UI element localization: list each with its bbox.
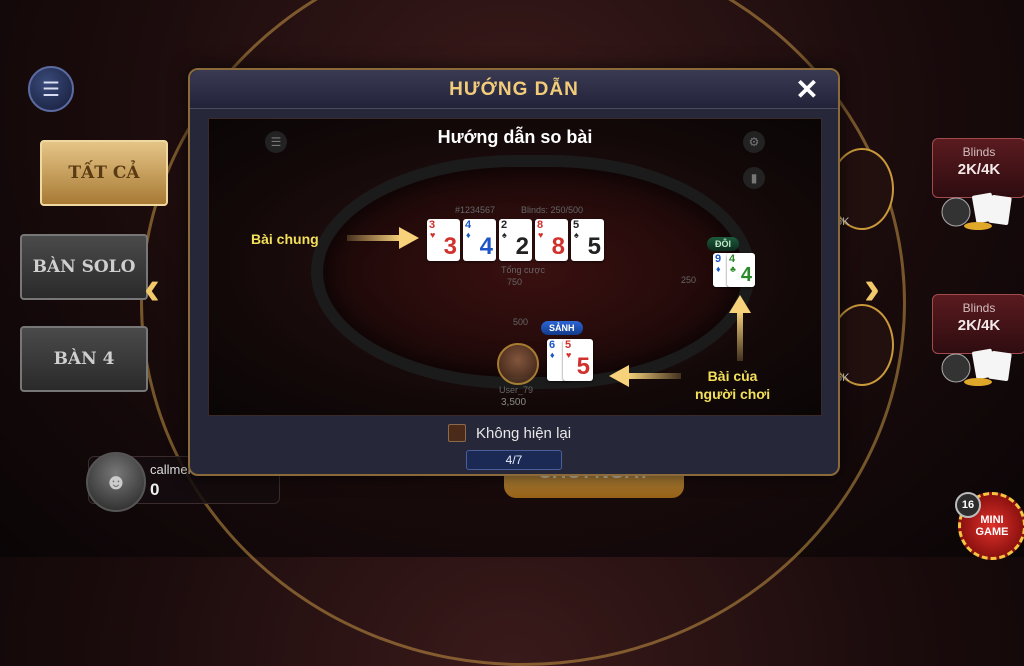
pot-value: 750 (507, 277, 523, 287)
board-card-2: 4 ♦ 4 (463, 219, 496, 261)
page-indicator: 4/7 (466, 450, 562, 470)
dont-show-label[interactable]: Không hiện lại (476, 425, 571, 442)
player-label-line-2: người chơi (695, 386, 771, 402)
player-coins: 0 (150, 480, 160, 499)
heart-icon: ♥ (430, 230, 436, 240)
guide-panel: ☰ ⚙ ▮ #1234567 Blinds: 250/500 Tổng cược… (208, 118, 822, 416)
board-card-4: 8 ♥ 8 (535, 219, 568, 261)
user-icon: ☻ (104, 469, 128, 494)
diamond-icon: ♦ (550, 350, 555, 360)
my-card-2: 5 ♥ 5 (563, 339, 593, 381)
heart-icon: ♥ (566, 350, 572, 360)
spade-icon: ♠ (502, 230, 507, 240)
room-card-1[interactable]: Blinds 2K/4K (932, 138, 1024, 198)
card-rank-big: 4 (740, 264, 752, 286)
card-rank-big: 5 (576, 353, 590, 380)
table-blinds: Blinds: 250/500 (521, 205, 584, 215)
guide-title: Hướng dẫn so bài (437, 127, 593, 147)
guide-modal: HƯỚNG DẪN ✕ ☰ ⚙ ▮ #1234567 Blinds: 250/5… (188, 68, 840, 476)
board-label: Bài chung (251, 231, 319, 247)
avatar[interactable]: ☻ (86, 452, 146, 512)
tab-table-4[interactable]: BÀN 4 (20, 326, 148, 392)
card-rank-big: 2 (515, 233, 529, 260)
card-rank-big: 8 (551, 233, 565, 260)
card-rank-big: 5 (587, 233, 601, 260)
pot-label: Tổng cược (501, 265, 545, 275)
arrow-up-icon (729, 295, 751, 361)
heart-icon: ♥ (538, 230, 544, 240)
dont-show-again[interactable]: Không hiện lại (448, 422, 571, 444)
close-icon[interactable]: ✕ (792, 74, 822, 105)
bet-right: 250 (681, 275, 697, 285)
card-rank-big: 4 (479, 233, 493, 260)
chips-cards-icon (941, 348, 1012, 386)
trash-icon: ▮ (743, 167, 765, 189)
hamburger-icon: ☰ (42, 78, 60, 101)
room-card-2[interactable]: Blinds 2K/4K (932, 294, 1024, 354)
blinds-label: Blinds (962, 301, 996, 315)
arrow-left-icon (609, 365, 681, 387)
blinds-value: 2K/4K (957, 161, 1001, 178)
diamond-icon: ♦ (716, 264, 721, 274)
dont-show-checkbox[interactable] (448, 424, 466, 442)
prev-arrow-icon[interactable]: ‹ (132, 262, 172, 315)
board-card-1: 3 ♥ 3 (427, 219, 460, 261)
opponent-hand-badge: ĐÔI (707, 237, 740, 251)
bet-me: 500 (513, 317, 529, 327)
table-id: #1234567 (455, 205, 496, 215)
chips-cards-icon (941, 192, 1012, 230)
tab-all[interactable]: TẤT CẢ (40, 140, 168, 206)
seat-name: User_79 (499, 385, 534, 395)
notification-badge: 16 (955, 492, 981, 518)
seat-coins: 3,500 (501, 397, 527, 408)
seat-avatar (497, 343, 539, 385)
mini-game-label-1: MINI (980, 514, 1004, 526)
diamond-icon: ♦ (466, 230, 471, 240)
card-rank-big: 3 (443, 233, 457, 260)
modal-title: HƯỚNG DẪN (449, 79, 579, 100)
menu-button[interactable]: ☰ (28, 66, 74, 112)
club-icon: ♣ (730, 264, 736, 274)
mini-game-label-2: GAME (975, 526, 1009, 538)
arrow-right-icon (347, 227, 419, 249)
blinds-value: 2K/4K (957, 317, 1001, 334)
opponent-card-2: 4 ♣ 4 (727, 253, 755, 287)
spade-icon: ♠ (574, 230, 579, 240)
board-card-5: 5 ♠ 5 (571, 219, 604, 261)
board-card-3: 2 ♠ 2 (499, 219, 532, 261)
tab-solo[interactable]: BÀN SOLO (20, 234, 148, 300)
player-cards-label: Bài của người chơi (695, 367, 770, 403)
blinds-label: Blinds (962, 145, 996, 159)
player-label-line-1: Bài của (707, 368, 758, 384)
my-hand-badge: SẢNH (541, 321, 583, 335)
